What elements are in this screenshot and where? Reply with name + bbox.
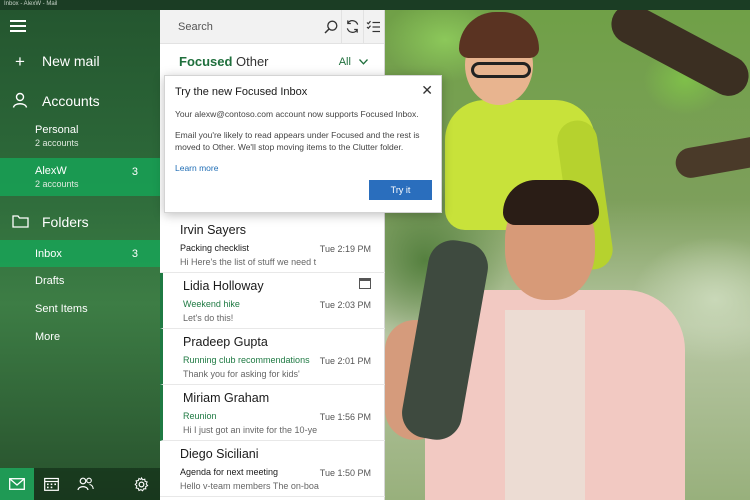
- popup-text: Your alexw@contoso.com account now suppo…: [175, 109, 419, 119]
- search-icon[interactable]: [320, 10, 341, 44]
- new-mail-button[interactable]: + New mail: [0, 50, 160, 72]
- mail-sender: Diego Siciliani: [180, 447, 259, 461]
- mail-preview: Hi Here's the list of stuff we need t: [180, 257, 317, 267]
- mail-item[interactable]: Miriam Graham Reunion Tue 1:56 PM Hi I j…: [160, 385, 385, 441]
- folder-inbox[interactable]: Inbox 3: [0, 240, 160, 267]
- tab-focused[interactable]: Focused: [179, 54, 232, 69]
- mail-time: Tue 1:56 PM: [319, 412, 371, 422]
- mail-sender: Miriam Graham: [183, 391, 270, 405]
- mail-time: Tue 2:03 PM: [319, 300, 371, 310]
- popup-title: Try the new Focused Inbox: [175, 86, 308, 98]
- hamburger-menu-icon[interactable]: [10, 20, 26, 32]
- folder-more[interactable]: More: [0, 326, 160, 348]
- mail-subject: Running club recommendations: [183, 355, 310, 365]
- new-mail-label: New mail: [42, 53, 100, 69]
- account-name: AlexW: [35, 165, 67, 177]
- folder-name: Drafts: [35, 275, 65, 287]
- account-alexw[interactable]: AlexW 2 accounts 3: [0, 158, 160, 196]
- mail-subject: Agenda for next meeting: [180, 467, 279, 477]
- title-bar: Inbox - AlexW - Mail: [0, 0, 750, 10]
- learn-more-link[interactable]: Learn more: [175, 163, 218, 173]
- mail-time: Tue 2:19 PM: [319, 244, 371, 254]
- select-mode-icon[interactable]: [362, 9, 384, 44]
- tree-branch: [673, 129, 750, 181]
- popup-text: Email you're likely to read appears unde…: [175, 130, 420, 152]
- mail-preview: Hello v-team members The on-boa: [180, 481, 319, 491]
- account-personal[interactable]: Personal 2 accounts: [0, 121, 160, 151]
- close-icon[interactable]: ✕: [421, 83, 433, 97]
- mail-sender: Irvin Sayers: [180, 223, 246, 237]
- mail-time: Tue 2:01 PM: [319, 356, 371, 366]
- account-sub: 2 accounts: [35, 138, 79, 148]
- mail-subject: Weekend hike: [183, 299, 240, 309]
- mail-time: Tue 1:50 PM: [319, 468, 371, 478]
- folder-name: Inbox: [35, 247, 62, 260]
- accounts-button[interactable]: Accounts: [0, 90, 160, 112]
- folder-sent-items[interactable]: Sent Items: [0, 298, 160, 320]
- mail-preview: Thank you for asking for kids': [183, 369, 300, 379]
- unread-count: 3: [131, 247, 138, 260]
- calendar-icon[interactable]: [34, 468, 68, 500]
- mail-item[interactable]: Diego Siciliani Agenda for next meeting …: [160, 441, 385, 497]
- plus-icon: +: [15, 51, 25, 71]
- accounts-label: Accounts: [42, 93, 100, 109]
- tree-branch: [604, 0, 750, 103]
- man-hair: [503, 180, 599, 225]
- mail-sender: Lidia Holloway: [183, 279, 264, 293]
- mail-preview: Hi I just got an invite for the 10-ye: [183, 425, 318, 435]
- inbox-tabs: Focused Other All: [160, 44, 384, 74]
- gear-icon[interactable]: [124, 468, 158, 500]
- chevron-down-icon: [359, 56, 368, 68]
- mail-item[interactable]: Pradeep Gupta Running club recommendatio…: [160, 329, 385, 385]
- navigation-pane: + New mail Accounts Personal 2 accounts …: [0, 10, 160, 500]
- account-sub: 2 accounts: [35, 179, 79, 189]
- mail-subject: Packing checklist: [180, 243, 250, 253]
- mail-preview: Let's do this!: [183, 313, 234, 323]
- search-input[interactable]: [160, 9, 320, 44]
- child-hair: [459, 12, 539, 58]
- mail-icon[interactable]: [0, 468, 34, 500]
- filter-label: All: [338, 56, 351, 68]
- child-glasses: [471, 62, 531, 78]
- folder-name: More: [35, 331, 61, 343]
- sync-icon[interactable]: [341, 9, 362, 44]
- focused-inbox-popup: Try the new Focused Inbox ✕ Your alexw@c…: [164, 75, 442, 213]
- account-name: Personal: [35, 124, 79, 136]
- people-icon[interactable]: [68, 468, 102, 500]
- tab-other[interactable]: Other: [236, 54, 269, 69]
- folder-drafts[interactable]: Drafts: [0, 270, 160, 292]
- mail-sender: Pradeep Gupta: [183, 335, 268, 349]
- filter-dropdown[interactable]: All: [339, 56, 368, 68]
- man-shirt: [505, 310, 585, 500]
- calendar-icon: [359, 278, 371, 289]
- try-it-button[interactable]: Try it: [369, 180, 432, 200]
- search-bar: [160, 9, 384, 44]
- folder-icon: [10, 214, 30, 231]
- folder-name: Sent Items: [35, 303, 88, 315]
- app-switcher-bar: [0, 468, 160, 500]
- mail-subject: Reunion: [183, 411, 217, 421]
- mail-item[interactable]: Irvin Sayers Packing checklist Tue 2:19 …: [160, 217, 385, 273]
- unread-count: 3: [131, 166, 138, 178]
- person-icon: [10, 92, 30, 111]
- folders-button[interactable]: Folders: [0, 211, 160, 233]
- mail-item[interactable]: Lidia Holloway Weekend hike Tue 2:03 PM …: [160, 273, 385, 329]
- window-title: Inbox - AlexW - Mail: [4, 1, 58, 7]
- folders-label: Folders: [42, 214, 89, 230]
